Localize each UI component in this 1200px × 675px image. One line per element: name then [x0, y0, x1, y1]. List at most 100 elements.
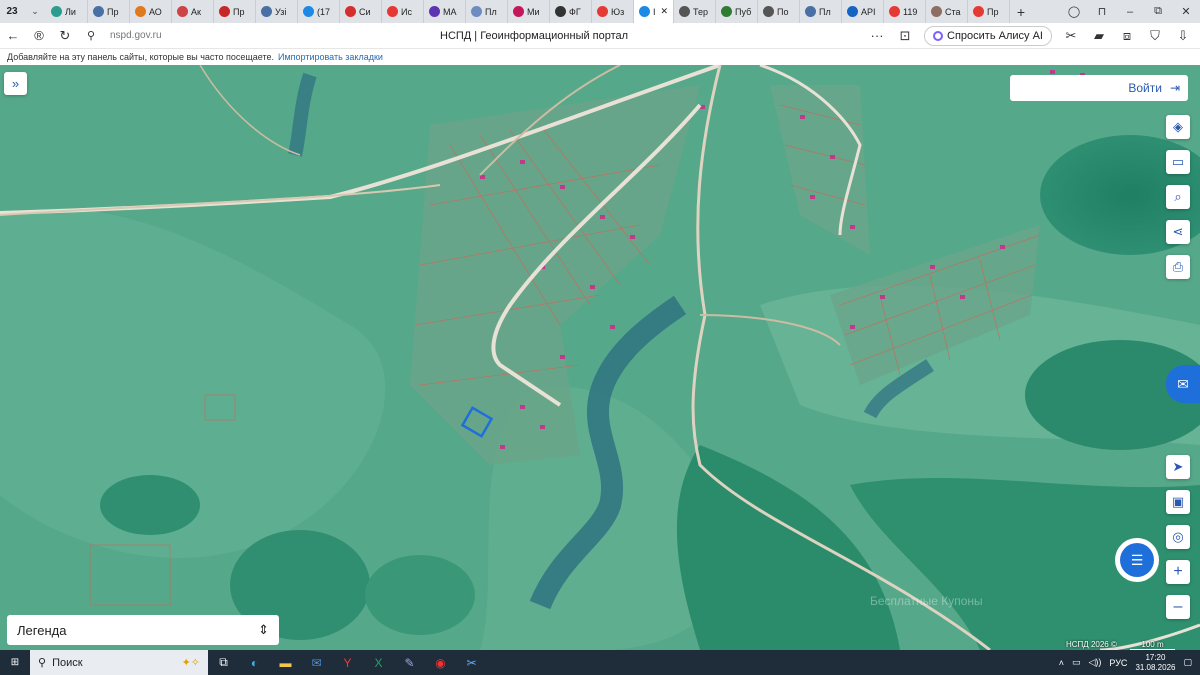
tab[interactable]: Ис [382, 0, 424, 23]
tab[interactable]: Ак [172, 0, 214, 23]
bookmarks-bar: Добавляйте на эту панель сайты, которые … [0, 49, 1200, 65]
import-bookmarks-link[interactable]: Импортировать закладки [278, 52, 383, 62]
chevron-up-icon[interactable]: ˄ [1059, 658, 1064, 668]
tab[interactable]: Си [340, 0, 382, 23]
expand-panel-button[interactable]: » [4, 72, 27, 95]
tab-count[interactable]: 23 [0, 0, 24, 23]
tab[interactable]: Пуб [716, 0, 758, 23]
tab[interactable]: 119 [884, 0, 926, 23]
feedback-icon: ✉ [1177, 375, 1189, 392]
tab[interactable]: Ми [508, 0, 550, 23]
tab-label: Ак [191, 6, 201, 17]
tab-active[interactable]: I ✕ [634, 0, 674, 23]
print-button[interactable]: ⎙ [1166, 255, 1190, 279]
taskbar-search[interactable]: ⚲ Поиск ✦✧ [30, 650, 208, 675]
reader-icon[interactable]: ▰ [1090, 28, 1108, 44]
tab[interactable]: АО [130, 0, 172, 23]
tab[interactable]: Пр [88, 0, 130, 23]
pen-app-icon[interactable]: ✎ [394, 656, 425, 670]
geolocation-button[interactable]: ◎ [1166, 525, 1190, 549]
tab[interactable]: Пл [800, 0, 842, 23]
network-icon[interactable]: ▭ [1072, 657, 1081, 668]
tab[interactable]: МА [424, 0, 466, 23]
layers-button[interactable]: ◈ [1166, 115, 1190, 139]
language-indicator[interactable]: РУС [1109, 658, 1127, 668]
tab-favicon-icon [345, 6, 356, 17]
url-text[interactable]: nspd.gov.ru [110, 30, 440, 41]
tab[interactable]: Пр [968, 0, 1010, 23]
share-button[interactable]: ⋖ [1166, 220, 1190, 244]
alisa-button[interactable]: Спросить Алису AI [924, 25, 1052, 46]
yandex-icon[interactable]: ® [26, 28, 52, 43]
tab[interactable]: Тер [674, 0, 716, 23]
minus-icon: – [1173, 598, 1183, 615]
tab[interactable]: АРІ [842, 0, 884, 23]
tab-favicon-icon [219, 6, 230, 17]
tab[interactable]: Пр [214, 0, 256, 23]
tab[interactable]: Ста [926, 0, 968, 23]
back-arrow-icon[interactable]: ← [0, 28, 26, 43]
tab[interactable]: Ли [46, 0, 88, 23]
tab-label: Ми [527, 6, 540, 17]
tab-label: (17 [317, 6, 331, 17]
more-icon[interactable]: ··· [868, 28, 886, 43]
tools-icon[interactable]: ✂ [1062, 28, 1080, 44]
tab-label: Пл [819, 6, 831, 17]
tab-label: МА [443, 6, 457, 17]
tab-label: Пуб [735, 6, 752, 17]
profile-icon[interactable]: ◯ [1060, 5, 1088, 18]
tab-label: Узі [275, 6, 287, 17]
tab-label: Пл [485, 6, 497, 17]
locate-button[interactable]: ➤ [1166, 455, 1190, 479]
legend-dropdown[interactable]: Легенда ⇕ [7, 615, 279, 645]
tab[interactable]: Узі [256, 0, 298, 23]
new-tab-button[interactable]: + [1010, 4, 1032, 20]
login-button[interactable]: Войти ⇥ [1010, 75, 1188, 101]
mail-icon[interactable]: ✉ [301, 656, 332, 670]
measure-button[interactable]: ▭ [1166, 150, 1190, 174]
reload-icon[interactable]: ↻ [52, 28, 78, 44]
excel-icon[interactable]: X [363, 656, 394, 670]
file-explorer-icon[interactable]: ▬ [270, 656, 301, 670]
zoom-in-button[interactable]: + [1166, 560, 1190, 584]
download-icon[interactable]: ⇩ [1174, 28, 1192, 44]
tab-favicon-icon [721, 6, 732, 17]
satellite-imagery[interactable]: Бесплатные Купоны [0, 65, 1200, 650]
tools-app-icon[interactable]: ✂ [456, 656, 487, 670]
tab-favicon-icon [51, 6, 62, 17]
pin-icon[interactable]: ⊓ [1088, 5, 1116, 18]
tab[interactable]: ФГ [550, 0, 592, 23]
zoom-out-button[interactable]: – [1166, 595, 1190, 619]
tab[interactable]: Пл [466, 0, 508, 23]
tab[interactable]: По [758, 0, 800, 23]
basemap-button[interactable]: ▣ [1166, 490, 1190, 514]
bookmark-icon[interactable]: ⊡ [896, 28, 914, 44]
restore-button[interactable]: ⧉ [1144, 5, 1172, 18]
extensions-icon[interactable]: ⧈ [1118, 28, 1136, 44]
clock[interactable]: 17:20 31.08.2026 [1135, 653, 1175, 673]
site-security-icon[interactable]: ⚲ [78, 29, 104, 42]
volume-icon[interactable]: ◁)) [1088, 657, 1101, 668]
edge-browser-icon[interactable]: ◐ [239, 656, 270, 670]
notification-icon[interactable]: ▢ [1183, 657, 1192, 668]
chevron-down-icon[interactable]: ⌄ [24, 6, 46, 17]
task-view-icon[interactable]: ⧉ [208, 655, 239, 670]
tab-label: По [777, 6, 789, 17]
tab[interactable]: (17 [298, 0, 340, 23]
bookmarks-hint: Добавляйте на эту панель сайты, которые … [7, 52, 274, 62]
yandex-browser-icon[interactable]: Y [332, 656, 363, 670]
tab[interactable]: Юз [592, 0, 634, 23]
minimize-button[interactable]: – [1116, 6, 1144, 18]
app-circle-icon[interactable]: ◉ [425, 656, 456, 670]
windows-start-icon[interactable]: ⊞ [0, 657, 30, 668]
login-icon: ⇥ [1169, 81, 1180, 95]
chat-button[interactable]: ☰ [1115, 538, 1159, 582]
close-window-button[interactable]: ✕ [1172, 5, 1200, 18]
search-area-button[interactable]: ⌕ [1166, 185, 1190, 209]
shield-icon[interactable]: ⛉ [1146, 28, 1164, 44]
feedback-button[interactable]: ✉ [1166, 365, 1200, 403]
page-title: НСПД | Геоинформационный портал [440, 29, 629, 42]
close-tab-icon[interactable]: ✕ [661, 6, 669, 17]
map-view[interactable]: Бесплатные Купоны » Войти ⇥ ◈ ▭ ⌕ ⋖ ⎙ ✉ … [0, 65, 1200, 650]
tab-favicon-icon [303, 6, 314, 17]
